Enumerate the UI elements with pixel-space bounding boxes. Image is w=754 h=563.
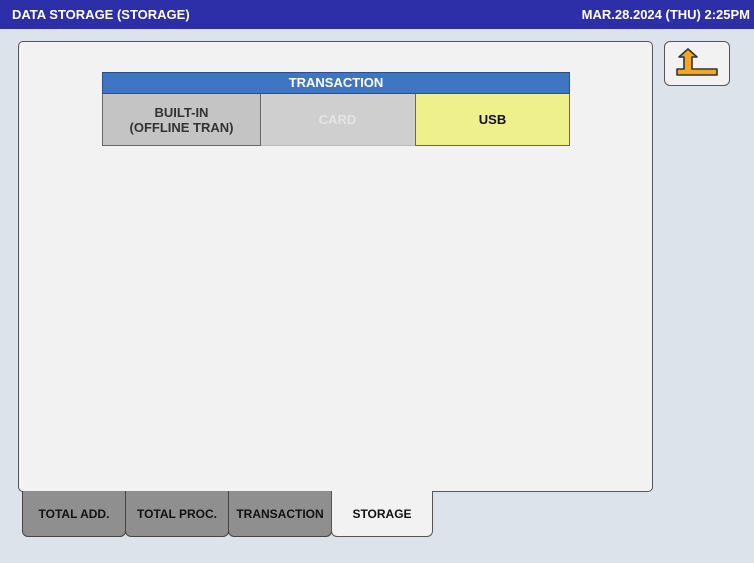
usb-label: USB <box>478 112 507 127</box>
card-option-button[interactable]: CARD <box>261 94 415 146</box>
tab-total-add[interactable]: TOTAL ADD. <box>22 491 126 537</box>
active-tab-connector <box>332 491 432 492</box>
tab-storage-label: STORAGE <box>352 506 412 521</box>
back-button[interactable] <box>664 41 730 86</box>
title-bar: DATA STORAGE (STORAGE) MAR.28.2024 (THU)… <box>0 0 754 29</box>
tab-storage[interactable]: STORAGE <box>331 491 433 537</box>
screen-title: DATA STORAGE (STORAGE) <box>12 7 190 22</box>
transaction-storage-grid: TRANSACTION BUILT-IN (OFFLINE TRAN) CARD… <box>102 72 570 146</box>
builtin-option-button[interactable]: BUILT-IN (OFFLINE TRAN) <box>102 94 261 146</box>
grid-options-row: BUILT-IN (OFFLINE TRAN) CARD USB <box>102 94 570 146</box>
tab-total-proc[interactable]: TOTAL PROC. <box>125 491 229 537</box>
tab-transaction[interactable]: TRANSACTION <box>228 491 332 537</box>
grid-header: TRANSACTION <box>102 72 570 94</box>
builtin-label: BUILT-IN <box>154 104 209 120</box>
card-label: CARD <box>318 112 357 127</box>
builtin-sublabel: (OFFLINE TRAN) <box>129 119 234 135</box>
tab-total-proc-label: TOTAL PROC. <box>136 506 217 521</box>
tab-transaction-label: TRANSACTION <box>236 506 324 521</box>
date-time-display: MAR.28.2024 (THU) 2:25PM <box>581 7 750 22</box>
tab-total-add-label: TOTAL ADD. <box>38 506 110 521</box>
usb-option-button[interactable]: USB <box>415 94 570 146</box>
return-arrow-icon <box>676 47 718 76</box>
